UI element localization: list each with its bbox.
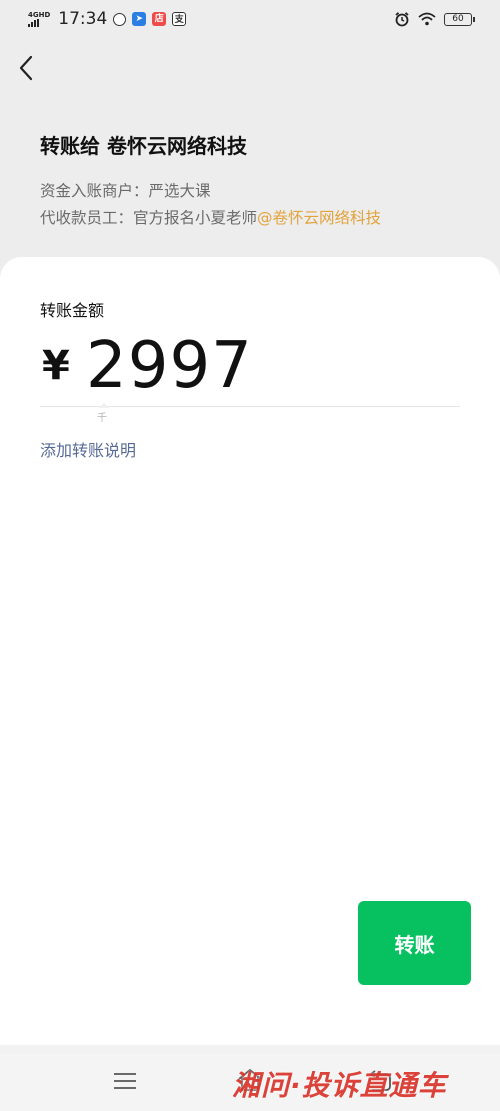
amount-unit-hint: 千 (97, 403, 109, 424)
wifi-icon (418, 12, 436, 26)
nav-menu-button[interactable] (113, 1072, 137, 1094)
signal-icon (28, 18, 39, 27)
amount-label: 转账金额 (40, 301, 105, 320)
alarm-icon (395, 12, 409, 27)
collector-info: 代收款员工：官方报名小夏老师@卷怀云网络科技 (40, 206, 381, 228)
currency-symbol: ¥ (42, 343, 70, 389)
merchant-label: 资金入账商户： (40, 182, 149, 200)
add-note-link[interactable]: 添加转账说明 (40, 437, 136, 461)
watermark-text: 湘问·投诉直通车 (232, 1069, 447, 1102)
maps-icon: ➤ (132, 12, 147, 26)
menu-icon (114, 1073, 136, 1089)
shopping-icon: 店 (152, 12, 167, 26)
amount-input[interactable]: 2997 (86, 330, 253, 402)
network-indicator: 4GHD (28, 10, 51, 27)
chevron-left-icon (19, 55, 33, 81)
network-type: 4GHD (28, 10, 51, 19)
collector-label: 代收款员工： (40, 209, 134, 227)
merchant-name: 严选大课 (148, 182, 211, 200)
collector-org-link[interactable]: @卷怀云网络科技 (257, 209, 381, 227)
status-time: 17:34 (58, 9, 108, 29)
collector-name: 官方报名小夏老师 (133, 209, 258, 227)
merchant-info: 资金入账商户：严选大课 (40, 179, 211, 201)
vpn-icon (113, 12, 127, 26)
status-bar: 4GHD 17:34 ➤ 店 支 60 (0, 0, 500, 38)
status-right: 60 (394, 11, 475, 27)
bottom-divider (0, 1045, 500, 1053)
notification-icon: 支 (172, 12, 187, 26)
transfer-button[interactable]: 转账 (358, 901, 471, 985)
status-left: 4GHD 17:34 ➤ 店 支 (28, 9, 187, 29)
payee-title: 转账给 卷怀云网络科技 (40, 134, 247, 158)
back-button[interactable] (10, 50, 42, 86)
battery-icon: 60 (444, 12, 475, 26)
